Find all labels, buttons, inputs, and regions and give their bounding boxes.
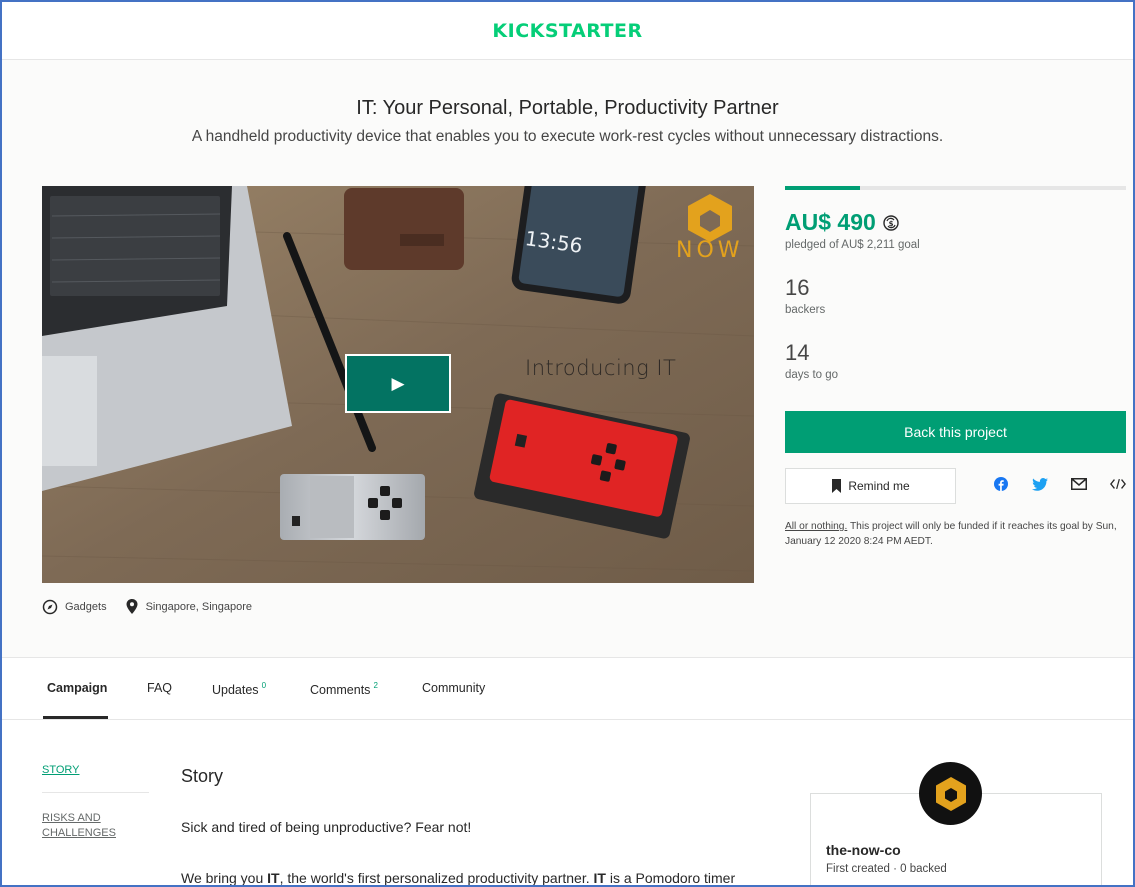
active-tab-indicator <box>43 716 108 719</box>
facebook-icon[interactable] <box>993 476 1009 492</box>
top-bar: KICKSTARTER <box>2 2 1133 60</box>
funding-progress-fill <box>785 186 861 190</box>
project-title: IT: Your Personal, Portable, Productivit… <box>356 97 779 119</box>
tab-updates-label: Updates <box>212 683 259 697</box>
project-blurb: A handheld productivity device that enab… <box>191 128 944 145</box>
funding-progress-bar <box>785 186 1126 190</box>
currency-conversion-icon[interactable]: $ <box>882 214 900 232</box>
tab-comments[interactable]: Comments 2 <box>310 681 378 697</box>
sidebar-item-story[interactable]: STORY <box>42 764 80 776</box>
video-overlay-text: Introducing IT <box>525 356 677 380</box>
remind-me-button[interactable]: Remind me <box>785 468 956 504</box>
tab-comments-label: Comments <box>310 683 371 697</box>
project-meta: Gadgets Singapore, Singapore <box>42 598 252 615</box>
backers-count: 16 <box>785 275 810 300</box>
email-icon[interactable] <box>1071 476 1087 492</box>
remind-me-label: Remind me <box>848 479 910 493</box>
sidebar-divider <box>42 792 149 793</box>
backers-label: backers <box>785 304 826 316</box>
story-p2-text-a: We bring you <box>181 870 268 886</box>
tab-community-label: Community <box>422 681 486 695</box>
story-heading: Story <box>181 766 224 786</box>
category-label: Gadgets <box>65 600 107 613</box>
tab-faq[interactable]: FAQ <box>147 681 172 695</box>
pledged-amount: AU$ 490 $ <box>785 209 1126 236</box>
embed-icon[interactable] <box>1110 476 1126 492</box>
page-frame: KICKSTARTER IT: Your Personal, Portable,… <box>0 0 1135 887</box>
tab-updates[interactable]: Updates 0 <box>212 681 266 697</box>
play-button[interactable]: ▶ <box>345 354 451 413</box>
back-this-project-button[interactable]: Back this project <box>785 411 1126 453</box>
story-p2-bold-b: IT <box>593 870 606 886</box>
twitter-icon[interactable] <box>1032 476 1048 492</box>
pledged-value: AU$ 490 <box>785 209 876 235</box>
compass-icon <box>42 599 58 614</box>
share-icons <box>993 476 1126 492</box>
creator-avatar[interactable] <box>919 762 982 825</box>
story-p2-bold-a: IT <box>267 870 280 886</box>
tab-community[interactable]: Community <box>422 681 485 695</box>
comments-count-badge: 2 <box>373 681 378 690</box>
story-p2-text-c: is a Pomodoro timer <box>605 870 736 886</box>
now-logo-text: NOW <box>676 238 744 263</box>
svg-text:$: $ <box>888 220 893 228</box>
location-label: Singapore, Singapore <box>145 600 253 613</box>
play-icon: ▶ <box>391 373 405 393</box>
days-to-go-label: days to go <box>785 369 839 381</box>
creator-name[interactable]: the-now-co <box>826 842 901 858</box>
tab-faq-label: FAQ <box>147 681 173 695</box>
location-pin-icon <box>126 599 138 614</box>
pledged-goal-text: pledged of AU$ 2,211 goal <box>785 239 920 251</box>
story-p2-text-b: , the world's first personalized product… <box>279 870 594 886</box>
project-tabs: Campaign FAQ Updates 0 Comments 2 Communit… <box>2 659 1133 720</box>
sidebar-item-risks[interactable]: RISKS AND CHALLENGES <box>42 811 152 841</box>
category-link[interactable]: Gadgets <box>42 599 107 615</box>
all-or-nothing-note: All or nothing. This project will only b… <box>785 519 1126 549</box>
kickstarter-logo[interactable]: KICKSTARTER <box>492 20 642 42</box>
project-hero: IT: Your Personal, Portable, Productivit… <box>2 60 1133 658</box>
story-paragraph-1: Sick and tired of being unproductive? Fe… <box>181 819 472 835</box>
creator-meta: First created · 0 backed <box>826 863 947 875</box>
all-or-nothing-link[interactable]: All or nothing. <box>785 521 847 532</box>
funding-stats: AU$ 490 $ pledged of AU$ 2,211 goal 16 b… <box>785 186 1126 547</box>
location-link[interactable]: Singapore, Singapore <box>125 598 252 615</box>
updates-count-badge: 0 <box>261 681 267 690</box>
bookmark-icon <box>832 479 842 493</box>
creator-logo-icon <box>935 776 966 811</box>
project-video[interactable]: 13:56 NOW Introducing IT ▶ <box>42 186 754 583</box>
tab-campaign-label: Campaign <box>47 681 108 695</box>
tab-campaign[interactable]: Campaign <box>47 681 107 695</box>
days-to-go-count: 14 <box>785 340 810 365</box>
story-paragraph-2: We bring you IT, the world's first perso… <box>181 870 736 886</box>
